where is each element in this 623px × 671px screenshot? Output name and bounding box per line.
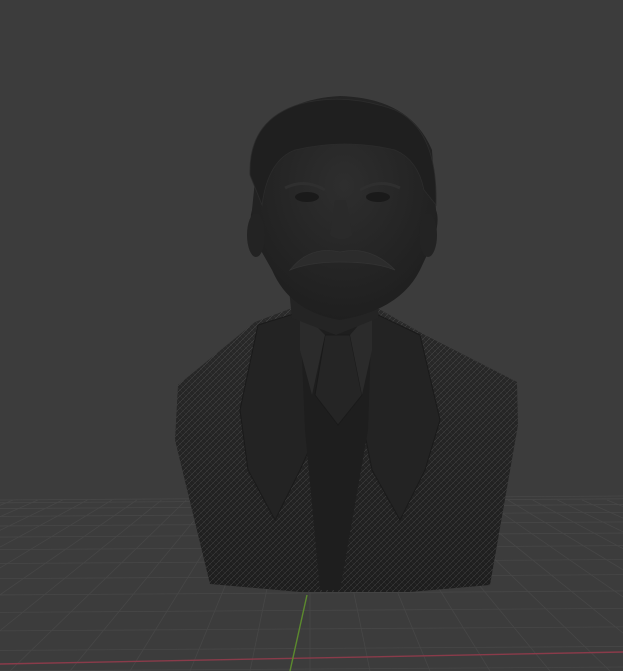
bust-right-ear bbox=[419, 213, 437, 257]
bust-left-eye bbox=[295, 192, 319, 202]
3d-viewport[interactable] bbox=[0, 0, 623, 671]
bust-left-ear bbox=[247, 213, 265, 257]
scene-canvas[interactable] bbox=[0, 0, 623, 671]
bust-right-eye bbox=[366, 192, 390, 202]
